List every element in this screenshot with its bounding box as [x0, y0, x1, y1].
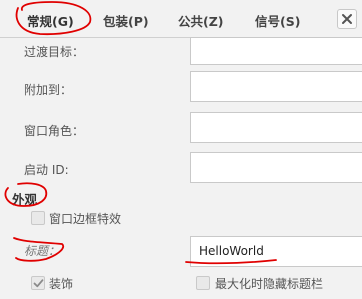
checkmark-icon [33, 279, 44, 288]
startup-id-label: 启动 ID: [24, 163, 69, 177]
attach-to-field[interactable] [190, 71, 362, 102]
tab-common[interactable]: 公共(Z) [178, 11, 224, 29]
close-button[interactable] [337, 9, 357, 29]
transition-target-field[interactable] [190, 37, 362, 65]
hide-titlebar-checkbox[interactable] [196, 276, 210, 290]
window-role-field[interactable] [190, 112, 362, 143]
hide-titlebar-label: 最大化时隐藏标题栏 [215, 277, 324, 291]
appearance-section-title: 外观 [12, 192, 38, 207]
window-role-label: 窗口角色： [24, 124, 85, 138]
decorate-label: 装饰 [49, 277, 74, 291]
title-label: 标题： [24, 244, 61, 258]
tab-packing[interactable]: 包装(P) [103, 11, 149, 29]
decorate-checkbox[interactable] [31, 276, 45, 290]
transition-target-label: 过渡目标： [24, 45, 85, 59]
tab-signals[interactable]: 信号(S) [255, 11, 300, 29]
tab-bar: 常规(G) 包装(P) 公共(Z) 信号(S) [0, 0, 362, 38]
tab-general[interactable]: 常规(G) [27, 11, 74, 29]
title-field[interactable]: HelloWorld [190, 236, 362, 267]
startup-id-field[interactable] [190, 152, 362, 183]
window-border-label: 窗口边框特效 [49, 212, 122, 226]
close-x-icon [342, 14, 352, 24]
window-border-checkbox[interactable] [31, 211, 45, 225]
attach-to-label: 附加到： [24, 83, 73, 97]
properties-panel: 常规(G) 包装(P) 公共(Z) 信号(S) 过渡目标： 附加到： 窗口角色：… [0, 0, 362, 299]
